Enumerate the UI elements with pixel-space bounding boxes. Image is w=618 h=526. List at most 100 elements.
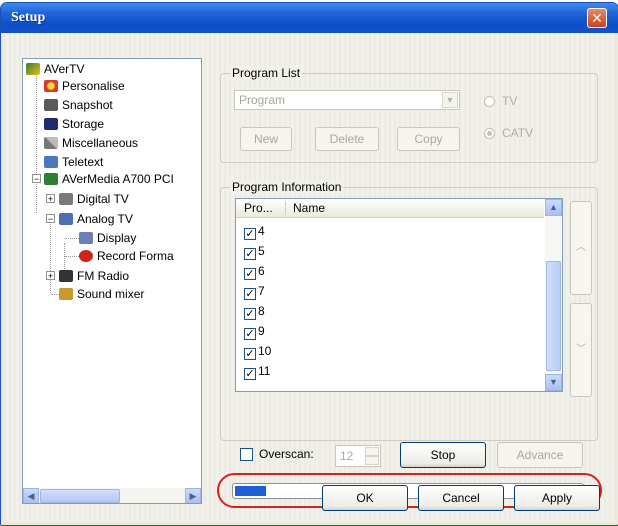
tree-item-label: AVerMedia A700 PCI bbox=[62, 172, 174, 186]
overscan-label: Overscan: bbox=[259, 447, 314, 461]
list-item[interactable]: ✓ 8 bbox=[244, 302, 265, 320]
collapse-icon[interactable]: − bbox=[32, 174, 41, 184]
tv-radio[interactable] bbox=[484, 96, 495, 107]
digital-tv-icon bbox=[59, 193, 73, 205]
list-item[interactable]: ✓ 6 bbox=[244, 262, 265, 280]
scroll-thumb[interactable] bbox=[40, 489, 120, 503]
overscan-value: 12 bbox=[340, 449, 354, 463]
caret-down-icon: ﹀ bbox=[576, 344, 586, 355]
scroll-up-button[interactable]: ▲ bbox=[545, 199, 562, 216]
expand-icon[interactable]: + bbox=[46, 194, 55, 204]
tree-horizontal-scrollbar[interactable]: ◀ ▶ bbox=[23, 488, 201, 503]
spin-up-button[interactable] bbox=[365, 447, 379, 456]
list-item[interactable]: ✓ 5 bbox=[244, 242, 265, 260]
expand-icon[interactable]: + bbox=[46, 271, 55, 281]
tree-item-label: Snapshot bbox=[62, 98, 113, 112]
tree-item-sound-mixer[interactable]: Sound mixer bbox=[59, 286, 144, 302]
tree-connector bbox=[36, 73, 37, 213]
checkbox[interactable]: ✓ bbox=[244, 288, 256, 300]
mixer-icon bbox=[59, 288, 73, 300]
settings-tree[interactable]: AVerTV Personalise Snapshot Storage Misc… bbox=[22, 58, 202, 504]
tree-item-record-format[interactable]: Record Forma bbox=[79, 248, 174, 264]
checkbox[interactable]: ✓ bbox=[244, 248, 256, 260]
column-header-program[interactable]: Pro... bbox=[244, 201, 273, 215]
tree-item-avertv[interactable]: AVerTV bbox=[26, 61, 84, 77]
tree-item-label: AVerTV bbox=[44, 62, 85, 76]
scroll-down-button[interactable]: ▼ bbox=[545, 374, 562, 391]
tree-item-display[interactable]: Display bbox=[79, 230, 136, 246]
close-button[interactable]: ✕ bbox=[587, 8, 607, 28]
move-up-button[interactable]: ︿ bbox=[570, 201, 592, 295]
list-vertical-scrollbar[interactable]: ▲ ▼ bbox=[545, 199, 562, 391]
tree-item-miscellaneous[interactable]: Miscellaneous bbox=[44, 135, 138, 151]
teletext-icon bbox=[44, 156, 58, 168]
list-item[interactable]: ✓ 11 bbox=[244, 362, 270, 380]
apply-button[interactable]: Apply bbox=[514, 485, 600, 511]
spin-down-button[interactable] bbox=[365, 456, 379, 465]
monitor-icon bbox=[79, 232, 93, 244]
close-icon: ✕ bbox=[591, 10, 603, 26]
tree-item-label: Analog TV bbox=[77, 212, 133, 226]
arrow-right-icon: ▶ bbox=[189, 491, 197, 501]
chevron-down-icon[interactable]: ▼ bbox=[442, 92, 458, 108]
program-select-value: Program bbox=[239, 93, 286, 107]
tree-item-teletext[interactable]: Teletext bbox=[44, 154, 103, 170]
program-number: 9 bbox=[258, 324, 265, 338]
arrow-down-icon: ▼ bbox=[549, 377, 558, 387]
checkbox[interactable]: ✓ bbox=[244, 328, 256, 340]
tree-item-analog-tv[interactable]: Analog TV bbox=[59, 211, 133, 227]
new-button[interactable]: New bbox=[240, 127, 292, 151]
checkbox[interactable]: ✓ bbox=[244, 348, 256, 360]
ok-button[interactable]: OK bbox=[322, 485, 408, 511]
cancel-button[interactable]: Cancel bbox=[418, 485, 504, 511]
tree-connector bbox=[65, 256, 79, 257]
program-number: 10 bbox=[258, 344, 272, 358]
scroll-thumb[interactable] bbox=[546, 261, 561, 371]
title-bar[interactable]: Setup ✕ bbox=[1, 3, 618, 33]
program-list-view[interactable]: Pro... Name ✓ 4 ✓ 5 ✓ 6 ✓ 7 ✓ 8 ✓ 9 ✓ 10 ✓ 11 ▲ … bbox=[235, 198, 563, 392]
collapse-icon[interactable]: − bbox=[46, 214, 55, 224]
program-select[interactable]: Program ▼ bbox=[234, 90, 460, 110]
tree-connector bbox=[50, 219, 51, 293]
tree-item-label: Miscellaneous bbox=[62, 136, 139, 150]
stop-button[interactable]: Stop bbox=[400, 442, 486, 468]
personalise-icon bbox=[44, 80, 58, 92]
overscan-checkbox[interactable] bbox=[240, 448, 253, 461]
list-item[interactable]: ✓ 9 bbox=[244, 322, 265, 340]
list-item[interactable]: ✓ 7 bbox=[244, 282, 265, 300]
overscan-spinner[interactable]: 12 bbox=[335, 445, 381, 467]
tree-item-snapshot[interactable]: Snapshot bbox=[44, 97, 113, 113]
wrench-icon bbox=[44, 137, 58, 149]
tree-item-personalise[interactable]: Personalise bbox=[44, 78, 125, 94]
advance-button[interactable]: Advance bbox=[497, 442, 583, 468]
program-number: 7 bbox=[258, 284, 265, 298]
scroll-right-button[interactable]: ▶ bbox=[185, 488, 201, 503]
column-header-name[interactable]: Name bbox=[293, 201, 325, 215]
delete-button[interactable]: Delete bbox=[315, 127, 379, 151]
checkbox[interactable]: ✓ bbox=[244, 228, 256, 240]
program-number: 4 bbox=[258, 224, 265, 238]
tree-item-label: Digital TV bbox=[77, 192, 129, 206]
tree-item-fm-radio[interactable]: FM Radio bbox=[59, 268, 129, 284]
arrow-left-icon: ◀ bbox=[27, 491, 35, 501]
catv-radio[interactable] bbox=[484, 128, 495, 139]
program-number: 5 bbox=[258, 244, 265, 258]
list-item[interactable]: ✓ 4 bbox=[244, 222, 265, 240]
tree-item-label: Record Forma bbox=[97, 249, 174, 263]
tree-item-digital-tv[interactable]: Digital TV bbox=[59, 191, 129, 207]
checkbox[interactable]: ✓ bbox=[244, 308, 256, 320]
checkbox[interactable]: ✓ bbox=[244, 268, 256, 280]
program-list-legend: Program List bbox=[230, 66, 303, 80]
list-item[interactable]: ✓ 10 bbox=[244, 342, 271, 360]
floppy-disk-icon bbox=[44, 118, 58, 130]
tree-item-storage[interactable]: Storage bbox=[44, 116, 104, 132]
caret-up-icon: ︿ bbox=[576, 242, 586, 253]
scroll-left-button[interactable]: ◀ bbox=[23, 488, 39, 503]
program-number: 6 bbox=[258, 264, 265, 278]
tree-item-avermedia-a700[interactable]: AVerMedia A700 PCI bbox=[44, 171, 174, 187]
checkbox[interactable]: ✓ bbox=[244, 368, 256, 380]
move-down-button[interactable]: ﹀ bbox=[570, 303, 592, 397]
copy-button[interactable]: Copy bbox=[397, 127, 460, 151]
program-number: 11 bbox=[258, 364, 271, 378]
progress-fill bbox=[235, 486, 266, 496]
